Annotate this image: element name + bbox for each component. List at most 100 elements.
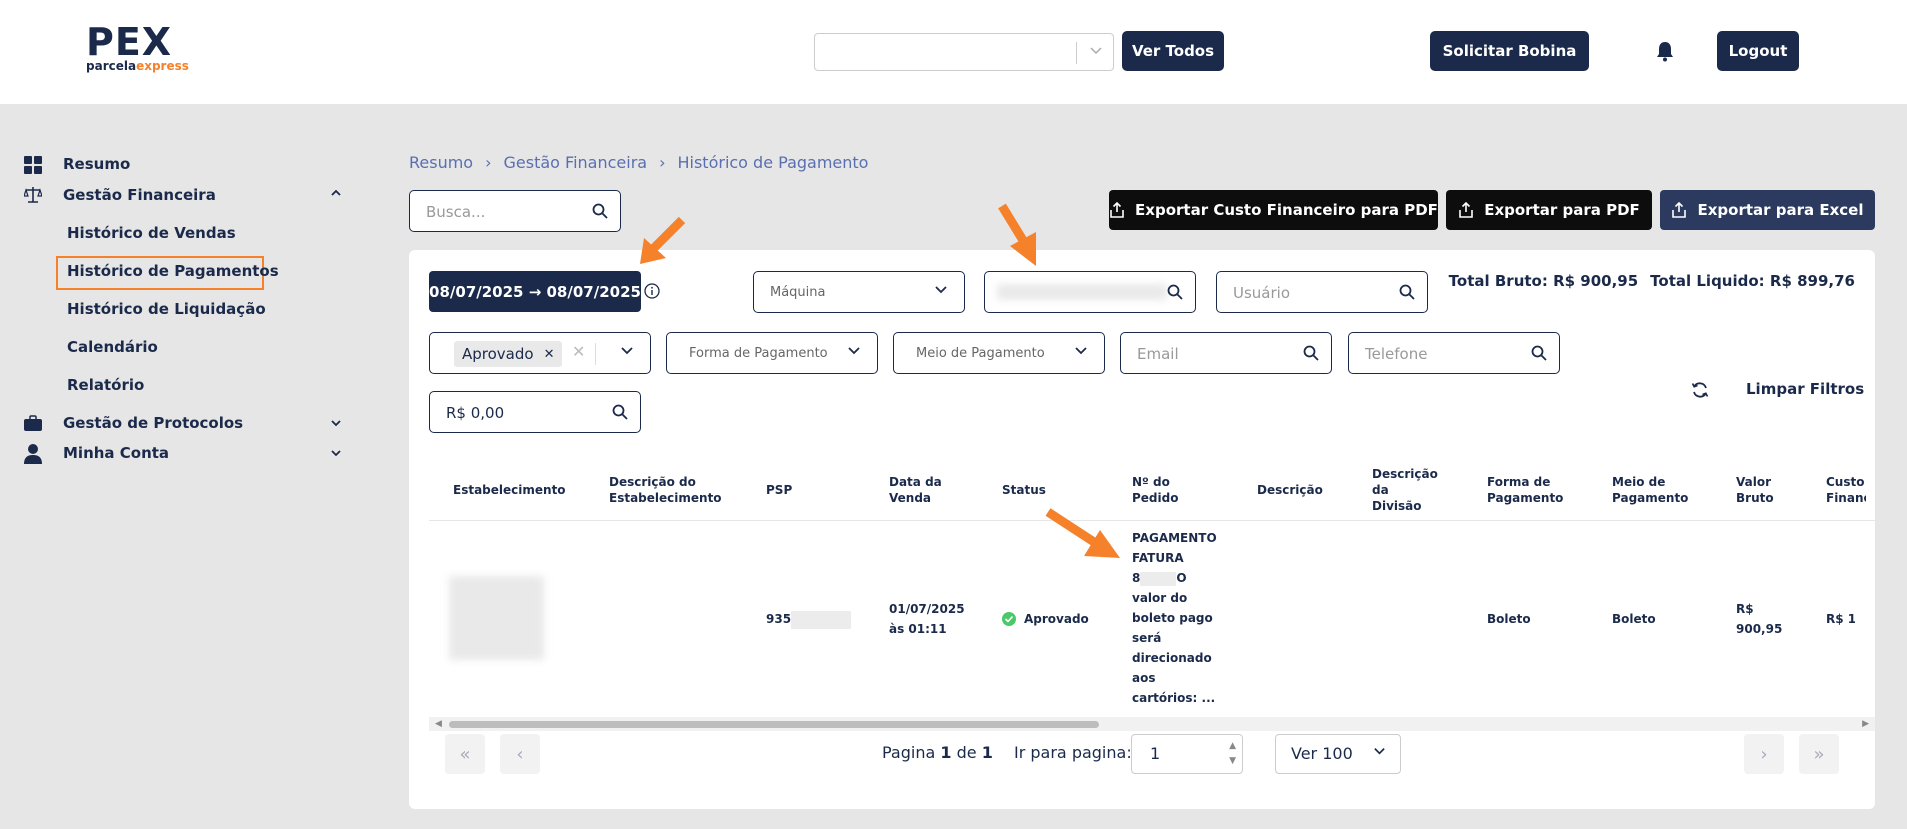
breadcrumb-gestao-financeira[interactable]: Gestão Financeira xyxy=(504,153,648,172)
chevron-up-icon[interactable] xyxy=(330,187,342,202)
meio-pagamento-select[interactable]: Meio de Pagamento xyxy=(893,332,1105,374)
bell-icon[interactable] xyxy=(1655,40,1675,62)
first-page-icon[interactable]: « xyxy=(445,734,485,774)
search-input[interactable]: Busca... xyxy=(409,190,621,232)
chevron-down-icon[interactable] xyxy=(330,447,342,462)
maquina-select[interactable]: Máquina xyxy=(753,271,965,313)
logo-sub-parcela: parcela xyxy=(86,59,137,73)
date-range-button[interactable]: 08/07/2025 → 08/07/2025 xyxy=(429,271,641,312)
horizontal-scrollbar[interactable]: ◀ ▶ xyxy=(429,717,1875,731)
scroll-left-icon[interactable]: ◀ xyxy=(435,719,442,729)
telefone-field[interactable]: Telefone xyxy=(1348,332,1560,374)
sidebar-item-minha-conta[interactable]: Minha Conta xyxy=(63,444,169,462)
cell-forma-pagamento: Boleto xyxy=(1487,612,1531,626)
info-icon[interactable] xyxy=(644,283,660,299)
sidebar-item-gestao-protocolos[interactable]: Gestão de Protocolos xyxy=(63,414,243,432)
search-icon[interactable] xyxy=(1531,345,1547,361)
annotation-arrow-icon xyxy=(640,216,686,264)
column-descricao-estabelecimento[interactable]: Descrição do Estabelecimento xyxy=(609,474,722,506)
ver-todos-button[interactable]: Ver Todos xyxy=(1122,31,1224,71)
scale-icon xyxy=(23,186,43,204)
per-page-select[interactable]: Ver 100 xyxy=(1275,734,1401,774)
cell-valor-bruto: R$ 900,95 xyxy=(1736,599,1782,639)
logo[interactable]: PEX parcelaexpress xyxy=(86,23,189,73)
briefcase-icon xyxy=(24,415,42,433)
sidebar-item-relatorio[interactable]: Relatório xyxy=(67,376,144,394)
search-icon[interactable] xyxy=(592,203,608,219)
search-icon[interactable] xyxy=(1167,284,1183,300)
column-descricao[interactable]: Descrição xyxy=(1257,482,1323,498)
column-meio-pagamento[interactable]: Meio de Pagamento xyxy=(1612,474,1688,506)
sidebar-item-resumo[interactable]: Resumo xyxy=(63,155,130,173)
valor-bruto-amount: 900,95 xyxy=(1736,622,1783,636)
forma-pagamento-select[interactable]: Forma de Pagamento xyxy=(666,332,878,374)
cell-status: Aprovado xyxy=(1002,609,1089,629)
stepper-icon[interactable]: ▲ ▼ xyxy=(1229,739,1236,769)
export-pdf-button[interactable]: Exportar para PDF xyxy=(1446,190,1652,230)
column-numero-pedido[interactable]: Nº do Pedido xyxy=(1132,474,1182,506)
chevron-down-icon xyxy=(1074,343,1088,361)
chevron-down-icon xyxy=(1373,744,1386,761)
sidebar-item-calendario[interactable]: Calendário xyxy=(67,338,158,356)
annotation-arrow-icon xyxy=(998,203,1036,266)
redacted-search-field[interactable] xyxy=(984,271,1196,313)
establishment-select[interactable] xyxy=(814,33,1114,71)
goto-page-input[interactable]: 1 ▲ ▼ xyxy=(1131,734,1243,774)
export-custo-pdf-button[interactable]: Exportar Custo Financeiro para PDF xyxy=(1109,190,1438,230)
scrollbar-thumb[interactable] xyxy=(449,721,1099,728)
column-forma-pagamento[interactable]: Forma de Pagamento xyxy=(1487,474,1563,506)
limpar-filtros-button[interactable]: Limpar Filtros xyxy=(1746,380,1864,398)
solicitar-bobina-button[interactable]: Solicitar Bobina xyxy=(1430,31,1589,71)
pedido-line: direcionado xyxy=(1132,651,1212,665)
usuario-placeholder: Usuário xyxy=(1233,284,1291,302)
column-descricao-divisao[interactable]: Descrição da Divisão xyxy=(1372,466,1442,514)
sidebar-item-historico-liquidacao[interactable]: Histórico de Liquidação xyxy=(67,300,266,318)
email-placeholder: Email xyxy=(1137,345,1179,363)
export-pdf-label: Exportar para PDF xyxy=(1484,201,1640,219)
redacted-estabelecimento xyxy=(449,576,544,660)
per-page-value: Ver 100 xyxy=(1291,744,1353,763)
chip-remove-icon[interactable]: ✕ xyxy=(544,347,555,362)
sidebar-item-historico-vendas[interactable]: Histórico de Vendas xyxy=(67,224,236,242)
chevron-down-icon xyxy=(847,343,861,361)
prev-page-icon[interactable]: ‹ xyxy=(500,734,540,774)
column-estabelecimento[interactable]: Estabelecimento xyxy=(453,482,566,498)
search-icon[interactable] xyxy=(1399,284,1415,300)
column-data-venda[interactable]: Data da Venda xyxy=(889,474,949,506)
clear-icon[interactable]: ✕ xyxy=(572,342,585,361)
data-venda-time: às 01:11 xyxy=(889,622,947,636)
email-field[interactable]: Email xyxy=(1120,332,1332,374)
pedido-line: aos xyxy=(1132,671,1156,685)
valor-field[interactable]: R$ 0,00 xyxy=(429,391,641,433)
select-separator xyxy=(1076,42,1077,64)
column-status[interactable]: Status xyxy=(1002,482,1046,498)
sidebar-item-gestao-financeira[interactable]: Gestão Financeira xyxy=(63,186,216,204)
refresh-icon[interactable] xyxy=(1691,381,1709,399)
column-psp[interactable]: PSP xyxy=(766,482,792,498)
last-page-icon[interactable]: » xyxy=(1799,734,1839,774)
status-chip: Aprovado ✕ xyxy=(454,341,563,367)
logout-button[interactable]: Logout xyxy=(1717,31,1799,71)
totals: Total Bruto: R$ 900,95 Total Liquido: R$… xyxy=(1449,272,1855,290)
status-select[interactable]: Aprovado ✕ ✕ xyxy=(429,332,651,374)
pedido-line: cartórios: ... xyxy=(1132,691,1216,705)
breadcrumb-resumo[interactable]: Resumo xyxy=(409,153,473,172)
telefone-placeholder: Telefone xyxy=(1365,345,1428,363)
sidebar-item-historico-pagamentos[interactable]: Histórico de Pagamentos xyxy=(67,262,279,280)
search-icon[interactable] xyxy=(1303,345,1319,361)
column-valor-bruto[interactable]: Valor Bruto xyxy=(1736,474,1776,506)
column-custo-financeiro[interactable]: Custo Financ xyxy=(1826,474,1866,506)
next-page-icon[interactable]: › xyxy=(1744,734,1784,774)
export-excel-button[interactable]: Exportar para Excel xyxy=(1660,190,1875,230)
chevron-down-icon[interactable] xyxy=(330,417,342,432)
forma-pagamento-placeholder: Forma de Pagamento xyxy=(689,346,828,361)
usuario-field[interactable]: Usuário xyxy=(1216,271,1428,313)
search-icon[interactable] xyxy=(612,404,628,420)
logo-sub-express: express xyxy=(136,59,189,73)
pedido-line: 8O xyxy=(1132,568,1217,588)
dashboard-icon xyxy=(24,156,42,174)
top-bar: PEX parcelaexpress Ver Todos Solicitar B… xyxy=(0,0,1907,104)
cell-psp: 935 xyxy=(766,609,852,629)
scroll-right-icon[interactable]: ▶ xyxy=(1862,719,1869,729)
check-circle-icon xyxy=(1002,612,1016,626)
